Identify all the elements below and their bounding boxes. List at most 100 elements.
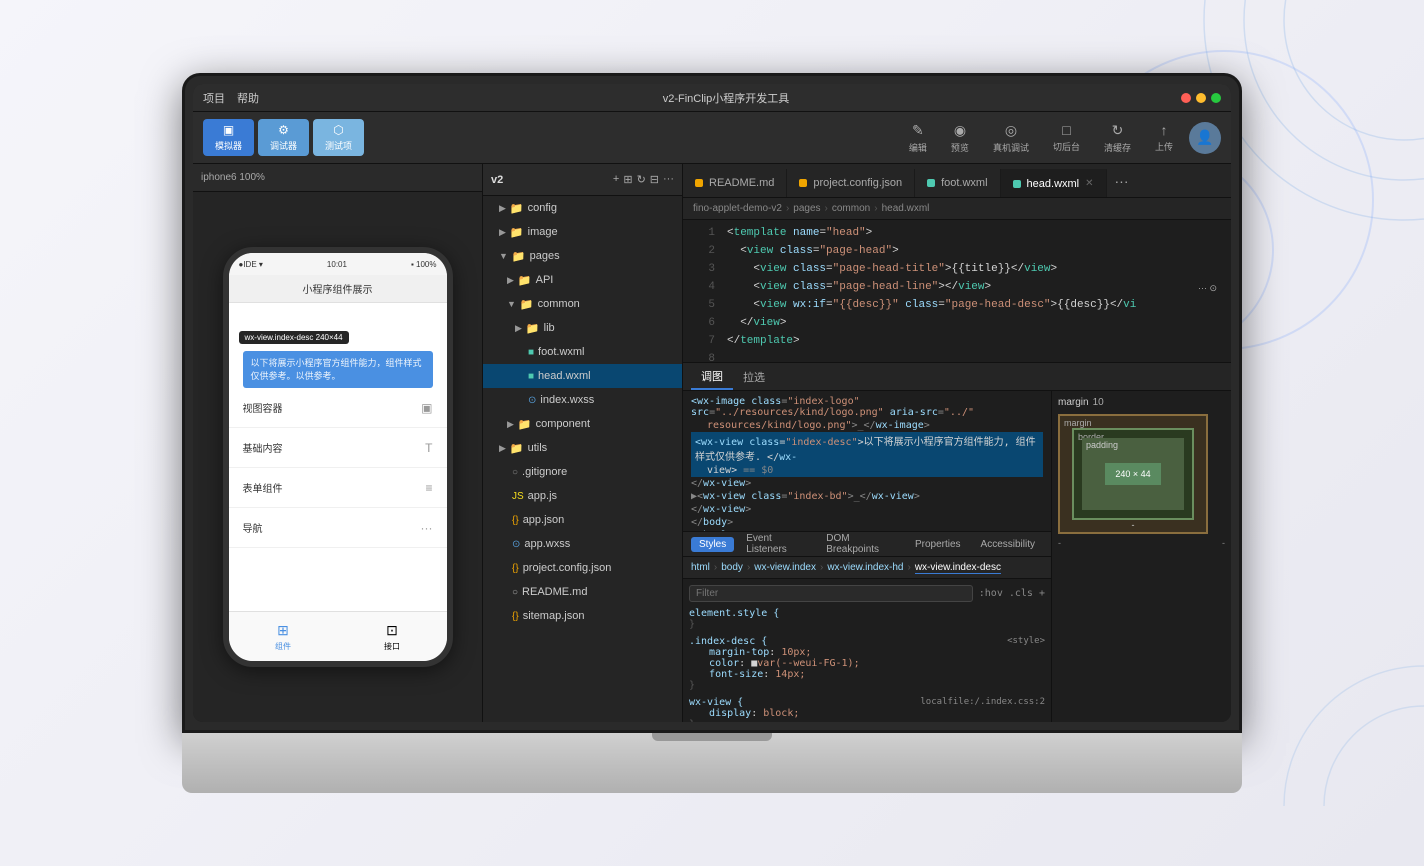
filter-bar: :hov .cls + xyxy=(689,585,1045,602)
phone-battery: ▪ 100% xyxy=(411,260,437,269)
preview-action[interactable]: ◉ 预览 xyxy=(943,118,977,158)
box-content: 240 × 44 xyxy=(1105,463,1160,485)
tab-project-config[interactable]: project.config.json xyxy=(787,169,915,197)
properties-tab[interactable]: Properties xyxy=(907,537,969,552)
user-avatar[interactable]: 👤 xyxy=(1189,122,1221,154)
tree-item-head-wxml[interactable]: ■ head.wxml xyxy=(483,364,682,388)
css-rule-element: element.style { } xyxy=(689,608,1045,630)
device-debug-action[interactable]: ◎ 真机调试 xyxy=(985,118,1037,158)
test-label: 测试项 xyxy=(325,139,352,152)
tree-item-label-index-wxss: index.wxss xyxy=(540,394,594,406)
tree-item-utils[interactable]: ▶ 📁 utils xyxy=(483,436,682,460)
tree-item-pages[interactable]: ▼ 📁 pages xyxy=(483,244,682,268)
mode-buttons: ▣ 模拟器 ⚙ 调试器 ⬡ 测试项 xyxy=(203,119,364,156)
phone-nav-api[interactable]: ⊡ 接口 xyxy=(338,612,447,661)
refresh-icon[interactable]: ↻ xyxy=(637,173,646,186)
minimize-button[interactable] xyxy=(1196,93,1206,103)
event-listeners-tab[interactable]: Event Listeners xyxy=(738,531,814,557)
phone-menu-item-2[interactable]: 表单组件 ≡ xyxy=(229,468,447,508)
css-source-style: <style> xyxy=(1007,636,1045,646)
tree-item-image[interactable]: ▶ 📁 image xyxy=(483,220,682,244)
path-html[interactable]: html xyxy=(691,562,710,573)
css-source-wx-view[interactable]: localfile:/.index.css:2 xyxy=(920,697,1045,707)
accessibility-tab[interactable]: Accessibility xyxy=(973,537,1043,552)
dom-breakpoints-tab[interactable]: DOM Breakpoints xyxy=(818,531,903,557)
breadcrumb-item-0: fino-applet-demo-v2 xyxy=(693,203,782,214)
phone-frame: ●IDE ▾ 10:01 ▪ 100% 小程序组件展示 ··· ⊙ xyxy=(193,192,482,722)
clear-cache-action[interactable]: ↻ 清缓存 xyxy=(1096,118,1139,158)
window-controls xyxy=(1181,93,1221,103)
laptop-base xyxy=(182,733,1242,793)
new-file-icon[interactable]: + xyxy=(613,173,619,186)
path-sep-3: › xyxy=(907,562,910,573)
phone-simulator: ●IDE ▾ 10:01 ▪ 100% 小程序组件展示 ··· ⊙ xyxy=(223,247,453,667)
tree-item-lib[interactable]: ▶ 📁 lib xyxy=(483,316,682,340)
tree-item-label-config: config xyxy=(528,202,557,214)
code-editor[interactable]: 1 <template name="head"> 2 <view class="… xyxy=(683,220,1231,362)
styles-tab[interactable]: Styles xyxy=(691,537,734,552)
box-model-visual: margin border padding 240 × 44 xyxy=(1058,414,1208,534)
phone-nav-components[interactable]: ⊞ 组件 xyxy=(229,612,338,661)
more-icon[interactable]: ··· xyxy=(663,173,674,186)
path-index[interactable]: wx-view.index xyxy=(754,562,816,573)
html-preview[interactable]: <wx-image class="index-logo" src="../res… xyxy=(683,391,1051,531)
path-index-desc[interactable]: wx-view.index-desc xyxy=(915,562,1001,574)
tree-item-app-json[interactable]: {} app.json xyxy=(483,508,682,532)
close-button[interactable] xyxy=(1181,93,1191,103)
tab-readme[interactable]: README.md xyxy=(683,169,787,197)
tree-item-app-wxss[interactable]: ⊙ app.wxss xyxy=(483,532,682,556)
wxss-file-icon: ⊙ xyxy=(512,539,520,550)
bottom-tab-select[interactable]: 拉选 xyxy=(733,363,775,390)
tree-item-foot-wxml[interactable]: ■ foot.wxml xyxy=(483,340,682,364)
bottom-tab-diagram[interactable]: 调图 xyxy=(691,363,733,390)
tree-item-app-js[interactable]: JS app.js xyxy=(483,484,682,508)
menu-item-icon-1: T xyxy=(425,441,432,455)
collapse-icon[interactable]: ⊟ xyxy=(650,173,659,186)
tab-close-icon[interactable]: ✕ xyxy=(1085,178,1093,189)
path-body[interactable]: body xyxy=(721,562,743,573)
menu-help[interactable]: 帮助 xyxy=(237,90,259,106)
css-rule-close-2: } xyxy=(689,680,695,691)
more-tabs-icon[interactable]: ··· xyxy=(1107,173,1137,189)
tree-item-common[interactable]: ▼ 📁 common xyxy=(483,292,682,316)
maximize-button[interactable] xyxy=(1211,93,1221,103)
box-model-value: 10 xyxy=(1093,397,1104,408)
tree-root-label: v2 xyxy=(491,174,503,186)
path-index-hd[interactable]: wx-view.index-hd xyxy=(827,562,903,573)
tree-item-gitignore[interactable]: ○ .gitignore xyxy=(483,460,682,484)
code-line-8: 8 xyxy=(683,350,1231,362)
phone-title-bar: 小程序组件展示 ··· ⊙ xyxy=(229,275,447,303)
background-action[interactable]: □ 切后台 xyxy=(1045,118,1088,157)
tree-item-index-wxss[interactable]: ⊙ index.wxss xyxy=(483,388,682,412)
html-line-6: </wx-view> xyxy=(691,503,1043,516)
file-icon: ○ xyxy=(512,467,518,478)
box-val-1: - xyxy=(1058,538,1061,548)
tree-item-project-config[interactable]: {} project.config.json xyxy=(483,556,682,580)
file-tree-panel: v2 + ⊞ ↻ ⊟ ··· ▶ 📁 xyxy=(483,164,683,722)
tree-item-api[interactable]: ▶ 📁 API xyxy=(483,268,682,292)
tree-item-config[interactable]: ▶ 📁 config xyxy=(483,196,682,220)
debugger-button[interactable]: ⚙ 调试器 xyxy=(258,119,309,156)
phone-menu-item-3[interactable]: 导航 ··· xyxy=(229,508,447,548)
decorative-arcs-bottom xyxy=(1224,606,1424,806)
tree-item-sitemap[interactable]: {} sitemap.json xyxy=(483,604,682,628)
phone-title: 小程序组件展示 xyxy=(303,281,373,296)
box-model-header: margin 10 xyxy=(1058,397,1225,408)
phone-menu-item-1[interactable]: 基础内容 T xyxy=(229,428,447,468)
filter-input[interactable] xyxy=(689,585,973,602)
menu-project[interactable]: 项目 xyxy=(203,90,225,106)
upload-action[interactable]: ↑ 上传 xyxy=(1147,118,1181,157)
tree-item-readme[interactable]: ○ README.md xyxy=(483,580,682,604)
element-path: html › body › wx-view.index › wx-view.in… xyxy=(683,557,1051,579)
filter-hints: :hov .cls + xyxy=(979,588,1045,599)
test-button[interactable]: ⬡ 测试项 xyxy=(313,119,364,156)
tree-item-component[interactable]: ▶ 📁 component xyxy=(483,412,682,436)
css-prop-3: font-size: 14px; xyxy=(689,669,805,680)
new-folder-icon[interactable]: ⊞ xyxy=(623,173,632,186)
simulator-button[interactable]: ▣ 模拟器 xyxy=(203,119,254,156)
preview-panel: iphone6 100% ●IDE ▾ 10:01 ▪ 100% 小程 xyxy=(193,164,483,722)
edit-action[interactable]: ✎ 编辑 xyxy=(901,118,935,158)
phone-menu-item-0[interactable]: 视图容器 ▣ xyxy=(229,388,447,428)
tab-foot-wxml[interactable]: foot.wxml xyxy=(915,169,1000,197)
tab-head-wxml[interactable]: head.wxml ✕ xyxy=(1001,169,1107,197)
